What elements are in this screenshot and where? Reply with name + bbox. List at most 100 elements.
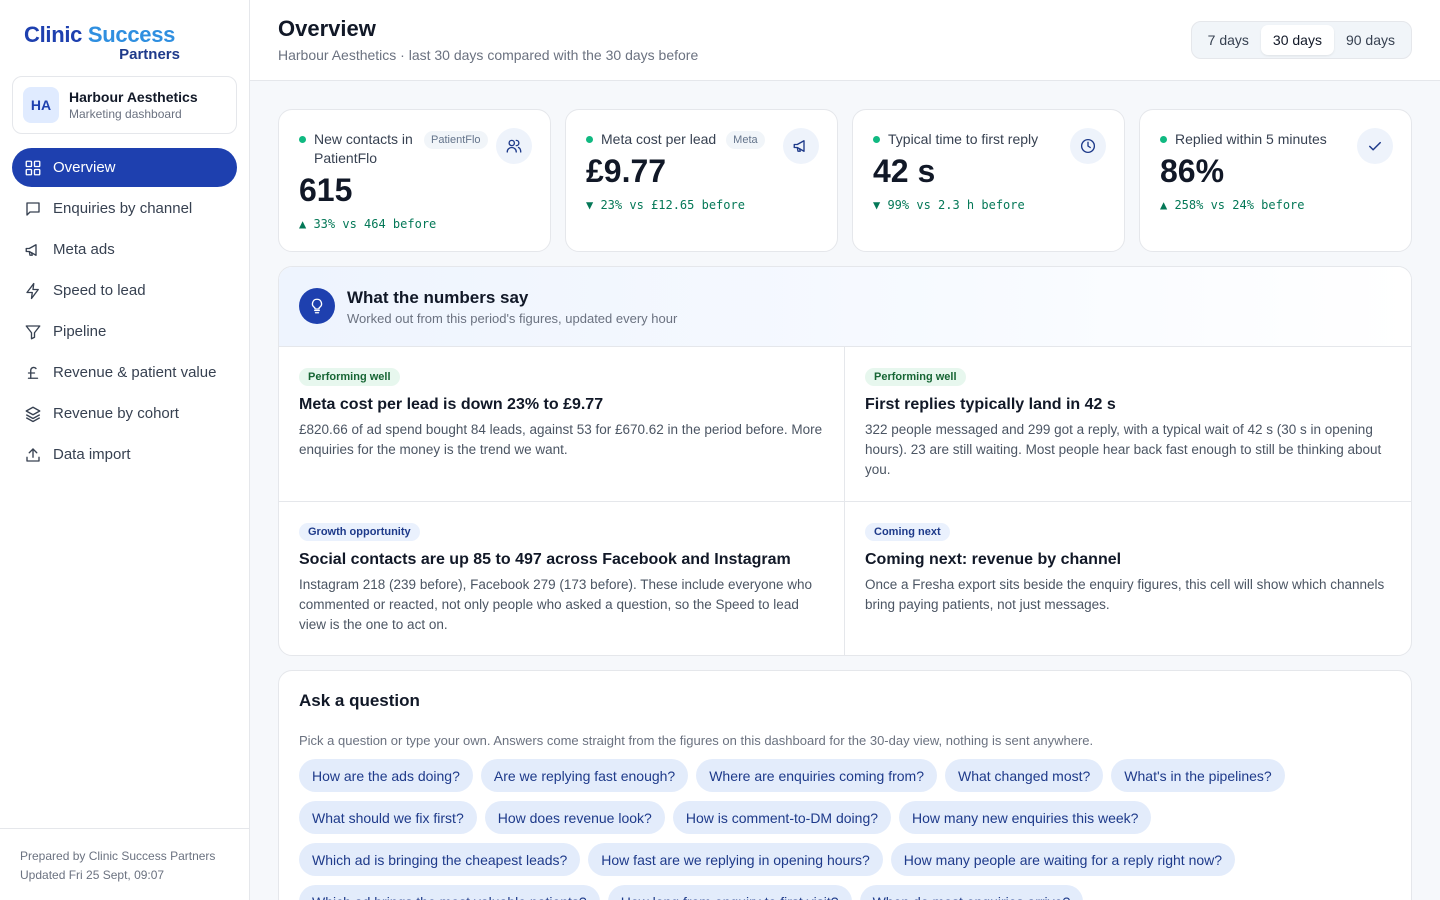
- status-badge: Performing well: [299, 368, 400, 386]
- range-30-days[interactable]: 30 days: [1260, 25, 1334, 55]
- question-chip[interactable]: How many new enquiries this week?: [899, 801, 1152, 834]
- kpi-value: 42 s: [873, 153, 936, 189]
- question-chip[interactable]: Where are enquiries coming from?: [696, 759, 937, 792]
- insights-panel: What the numbers say Worked out from thi…: [278, 266, 1412, 656]
- kpi-delta: ▲ 33% vs 464 before: [299, 217, 437, 231]
- account-name: Harbour Aesthetics: [69, 89, 198, 105]
- status-badge: Performing well: [865, 368, 966, 386]
- question-chip[interactable]: What's in the pipelines?: [1111, 759, 1285, 792]
- kpi-card-replied-5-min: Replied within 5 minutes 86% ▲ 258% vs 2…: [1139, 109, 1412, 252]
- kpi-label: New contacts in PatientFlo: [314, 131, 413, 166]
- users-icon: [496, 128, 532, 164]
- kpi-value: 86%: [1160, 153, 1225, 189]
- sidebar-item-label: Data import: [53, 446, 131, 463]
- question-chip[interactable]: Which ad is bringing the cheapest leads?: [299, 843, 581, 876]
- question-chip[interactable]: How does revenue look?: [484, 801, 665, 834]
- sidebar-item-meta-ads[interactable]: Meta ads: [12, 230, 237, 269]
- sidebar-item-speed-to-lead[interactable]: Speed to lead: [12, 271, 237, 310]
- updated-time: Updated Fri 25 Sept, 09:07: [20, 868, 165, 882]
- insight-title: Coming next: revenue by channel: [865, 551, 1122, 568]
- kpi-value: £9.77: [586, 153, 667, 189]
- question-chip[interactable]: Are we replying fast enough?: [480, 759, 689, 792]
- sidebar-item-enquiries[interactable]: Enquiries by channel: [12, 189, 237, 228]
- lightbulb-icon: [299, 288, 335, 324]
- sidebar-item-label: Revenue by cohort: [53, 405, 179, 422]
- status-dot: [1160, 136, 1167, 143]
- insight-text: Instagram 218 (239 before), Facebook 279…: [299, 577, 813, 632]
- insight-text: £820.66 of ad spend bought 84 leads, aga…: [299, 422, 823, 457]
- insight-text: 322 people messaged and 299 got a reply,…: [865, 422, 1382, 477]
- source-tag: PatientFlo: [424, 131, 488, 149]
- source-tag: Meta: [726, 131, 765, 149]
- sidebar-item-label: Overview: [53, 159, 116, 176]
- bolt-icon: [26, 282, 39, 299]
- range-7-days[interactable]: 7 days: [1196, 25, 1261, 55]
- sidebar-item-cohort[interactable]: Revenue by cohort: [12, 394, 237, 433]
- brand-name-part3: Partners: [119, 46, 180, 63]
- kpi-value: 615: [299, 172, 353, 208]
- insights-header: What the numbers say Worked out from thi…: [279, 267, 1411, 347]
- grid-icon: [25, 160, 41, 175]
- pound-icon: [27, 366, 39, 379]
- sidebar-footer: Prepared by Clinic Success Partners Upda…: [0, 828, 249, 900]
- ask-subtitle: Pick a question or type your own. Answer…: [299, 733, 1094, 748]
- page-header: Overview Harbour Aesthetics · last 30 da…: [250, 0, 1440, 81]
- sidebar-item-label: Pipeline: [53, 323, 107, 340]
- status-dot: [873, 136, 880, 143]
- question-chip[interactable]: Which ad brings the most valuable patien…: [299, 885, 600, 900]
- insight-card: Growth opportunity Social contacts are u…: [279, 502, 845, 655]
- kpi-delta: ▼ 99% vs 2.3 h before: [873, 198, 1025, 212]
- avatar: HA: [23, 87, 59, 123]
- sidebar-item-label: Speed to lead: [53, 282, 146, 299]
- status-badge: Coming next: [865, 523, 950, 541]
- kpi-label: Typical time to first reply: [888, 131, 1039, 147]
- status-badge: Growth opportunity: [299, 523, 420, 541]
- sidebar-item-revenue[interactable]: Revenue & patient value: [12, 353, 237, 392]
- range-90-days[interactable]: 90 days: [1334, 25, 1407, 55]
- layers-icon: [25, 406, 41, 422]
- sidebar-item-data-import[interactable]: Data import: [12, 435, 237, 474]
- kpi-label: Replied within 5 minutes: [1175, 131, 1327, 147]
- sidebar: Clinic Success Partners HA Harbour Aesth…: [0, 0, 250, 900]
- kpi-card-new-contacts: New contacts in PatientFlo PatientFlo 61…: [278, 109, 551, 252]
- brand-name-part1: Clinic: [24, 22, 83, 47]
- status-dot: [586, 136, 593, 143]
- insight-title: First replies typically land in 42 s: [865, 396, 1116, 413]
- page-subtitle: Harbour Aesthetics · last 30 days compar…: [278, 47, 699, 63]
- prepared-by: Prepared by Clinic Success Partners: [20, 849, 216, 863]
- question-chip[interactable]: How is comment-to-DM doing?: [672, 801, 892, 834]
- question-chip[interactable]: How long from enquiry to first visit?: [607, 885, 852, 900]
- question-chip[interactable]: What should we fix first?: [299, 801, 477, 834]
- brand-logo[interactable]: Clinic Success Partners: [24, 22, 184, 64]
- insights-subtitle: Worked out from this period's figures, u…: [347, 311, 678, 326]
- page-title: Overview: [278, 16, 376, 41]
- megaphone-icon: [783, 128, 819, 164]
- sidebar-nav: Overview Enquiries by channel Meta ads S…: [12, 148, 237, 476]
- sidebar-item-pipeline[interactable]: Pipeline: [12, 312, 237, 351]
- question-chip[interactable]: What changed most?: [944, 759, 1104, 792]
- kpi-label: Meta cost per lead: [601, 131, 717, 147]
- question-chip[interactable]: How many people are waiting for a reply …: [890, 843, 1236, 876]
- account-subtitle: Marketing dashboard: [69, 107, 182, 121]
- question-chip[interactable]: How are the ads doing?: [299, 759, 473, 792]
- insights-title: What the numbers say: [347, 288, 529, 307]
- check-icon: [1357, 128, 1393, 164]
- insight-card: Coming next Coming next: revenue by chan…: [845, 502, 1411, 655]
- upload-icon: [26, 447, 40, 462]
- sidebar-item-overview[interactable]: Overview: [12, 148, 237, 187]
- message-icon: [26, 201, 40, 216]
- ask-title: Ask a question: [299, 691, 420, 710]
- question-chip[interactable]: When do most enquiries arrive?: [859, 885, 1084, 900]
- account-card[interactable]: HA Harbour Aesthetics Marketing dashboar…: [12, 76, 237, 134]
- insight-card: Performing well First replies typically …: [845, 347, 1411, 502]
- date-range-selector: 7 days 30 days 90 days: [1190, 21, 1412, 59]
- sidebar-item-label: Meta ads: [53, 241, 115, 258]
- brand-name-part2: Success: [82, 22, 176, 47]
- sidebar-item-label: Enquiries by channel: [53, 200, 193, 217]
- kpi-card-first-reply: Typical time to first reply 42 s ▼ 99% v…: [852, 109, 1125, 252]
- ask-question-panel: Ask a question Pick a question or type y…: [278, 670, 1412, 900]
- clock-icon: [1070, 128, 1106, 164]
- kpi-delta: ▼ 23% vs £12.65 before: [586, 198, 745, 212]
- question-chip[interactable]: How fast are we replying in opening hour…: [588, 843, 883, 876]
- insight-title: Social contacts are up 85 to 497 across …: [299, 551, 791, 568]
